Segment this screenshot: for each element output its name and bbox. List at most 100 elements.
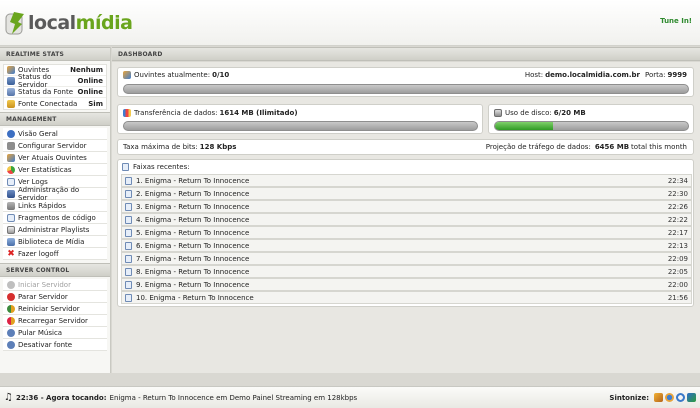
menu-label: Biblioteca de Mídia [18,237,85,246]
now-playing-text: Enigma - Return To Innocence em Demo Pai… [109,393,358,402]
document-icon [125,241,132,250]
menu-label: Configurar Servidor [18,141,87,150]
track-time: 22:05 [667,267,688,276]
document-icon [125,293,132,302]
users-icon [123,71,131,79]
stat-row-status-fonte: Status da Fonte Online [4,87,106,98]
menu-visao-geral[interactable]: Visão Geral [3,128,107,140]
listeners-line: Ouvintes atualmente: 0/10 [123,71,229,79]
track-row[interactable]: 2. Enigma - Return To Innocence 22:30 [121,187,692,200]
reload-icon [7,316,15,325]
document-icon [125,176,132,185]
menu-links-rapidos[interactable]: Links Rápidos [3,200,107,212]
winamp-icon[interactable] [654,393,663,402]
document-icon [125,189,132,198]
disk-progress-bar [494,121,689,131]
menu-parar-servidor[interactable]: Parar Servidor [3,291,107,303]
listeners-label: Ouvintes atualmente: [134,71,211,79]
bitrate-value: 128 Kbps [199,143,237,151]
logo[interactable]: localmídia [4,8,133,38]
port-value: 9999 [667,71,687,79]
now-playing: ♫ 22:36 - Agora tocando: Enigma - Return… [4,392,357,403]
menu-recarregar-servidor[interactable]: Recarregar Servidor [3,315,107,327]
projection-line: Projeção de tráfego de dados: 6456 MB to… [486,143,687,151]
track-name: 7. Enigma - Return To Innocence [136,254,250,263]
dashboard-heading: DASHBOARD [112,47,700,61]
menu-label: Fragmentos de código [18,213,96,222]
menu-label: Ver Estatísticas [18,165,72,174]
menu-ver-ouvintes[interactable]: Ver Atuais Ouvintes [3,152,107,164]
track-row[interactable]: 9. Enigma - Return To Innocence 22:00 [121,278,692,291]
track-name: 4. Enigma - Return To Innocence [136,215,250,224]
menu-desativar-fonte[interactable]: Desativar fonte [3,339,107,351]
menu-fragmentos-codigo[interactable]: Fragmentos de código [3,212,107,224]
skip-icon [7,328,15,337]
menu-label: Ver Atuais Ouvintes [18,153,87,162]
plug-icon [7,99,15,108]
logo-midia: mídia [75,11,133,34]
dashboard: Ouvintes atualmente: 0/10 Host: demo.loc… [112,62,700,373]
menu-administracao-servidor[interactable]: Administração do Servidor [3,185,107,202]
menu-reiniciar-servidor[interactable]: Reiniciar Servidor [3,303,107,315]
tune-in-players: Sintonize: [609,393,696,402]
stat-label: Status da Fonte [18,88,74,96]
track-row[interactable]: 1. Enigma - Return To Innocence 22:34 [121,174,692,187]
menu-label: Administração do Servidor [18,185,80,202]
track-name: 6. Enigma - Return To Innocence [136,241,250,250]
users-icon [7,153,15,162]
bitrate-box: Taxa máxima de bits: 128 Kbps Projeção d… [117,139,694,155]
quicktime-icon[interactable] [676,393,685,402]
recent-tracks-label: Faixas recentes: [133,163,190,171]
windows-media-icon[interactable] [687,393,696,402]
menu-biblioteca-midia[interactable]: Biblioteca de Mídia [3,236,107,248]
server-icon [7,77,15,85]
host-value: demo.localmidia.com.br [545,71,640,79]
stat-label: Status do Servidor [18,73,52,89]
track-row[interactable]: 4. Enigma - Return To Innocence 22:22 [121,213,692,226]
transfer-label: Transferência de dados: [134,109,218,117]
menu-label: Iniciar Servidor [18,280,71,289]
menu-label: Visão Geral [18,129,58,138]
track-row[interactable]: 10. Enigma - Return To Innocence 21:56 [121,291,692,304]
info-icon [7,129,15,138]
menu-label: Ver Logs [18,177,48,186]
bitrate-line: Taxa máxima de bits: 128 Kbps [123,143,236,151]
stat-value: Online [77,88,103,96]
logo-text: localmídia [28,11,133,34]
track-name: 1. Enigma - Return To Innocence [136,176,250,185]
track-name: 3. Enigma - Return To Innocence [136,202,250,211]
menu-administrar-playlists[interactable]: Administrar Playlists [3,224,107,236]
projection-value: 6456 MB [594,143,630,151]
recent-tracks-box: Faixas recentes: 1. Enigma - Return To I… [117,159,694,307]
transfer-value: 1614 MB (Ilimitado) [219,109,298,117]
documents-icon [122,163,129,171]
track-time: 22:34 [667,176,688,185]
track-time: 21:56 [667,293,688,302]
track-row[interactable]: 8. Enigma - Return To Innocence 22:05 [121,265,692,278]
menu-ver-estatisticas[interactable]: Ver Estatísticas [3,164,107,176]
music-note-icon: ♫ [4,392,13,403]
users-icon [7,66,15,74]
disk-box: Uso de disco: 6/20 MB [488,104,694,134]
track-row[interactable]: 7. Enigma - Return To Innocence 22:09 [121,252,692,265]
track-time: 22:26 [667,202,688,211]
recent-tracks-title: Faixas recentes: [122,163,190,171]
document-icon [125,280,132,289]
track-row[interactable]: 6. Enigma - Return To Innocence 22:13 [121,239,692,252]
track-row[interactable]: 3. Enigma - Return To Innocence 22:26 [121,200,692,213]
tune-in-link[interactable]: Tune In! [660,17,692,25]
listeners-value: 0/10 [212,71,230,79]
menu-fazer-logoff[interactable]: ✖ Fazer logoff [3,248,107,260]
close-icon: ✖ [7,248,15,259]
transfer-progress-bar [123,121,478,131]
menu-label: Parar Servidor [18,292,68,301]
listeners-box: Ouvintes atualmente: 0/10 Host: demo.loc… [117,67,694,97]
menu-configurar-servidor[interactable]: Configurar Servidor [3,140,107,152]
stat-label: Fonte Conectada [18,99,78,108]
track-row[interactable]: 5. Enigma - Return To Innocence 22:17 [121,226,692,239]
realplayer-icon[interactable] [665,393,674,402]
header: localmídia Tune In! [0,0,700,46]
menu-pular-musica[interactable]: Pular Música [3,327,107,339]
track-time: 22:30 [667,189,688,198]
menu-label: Fazer logoff [18,249,59,258]
